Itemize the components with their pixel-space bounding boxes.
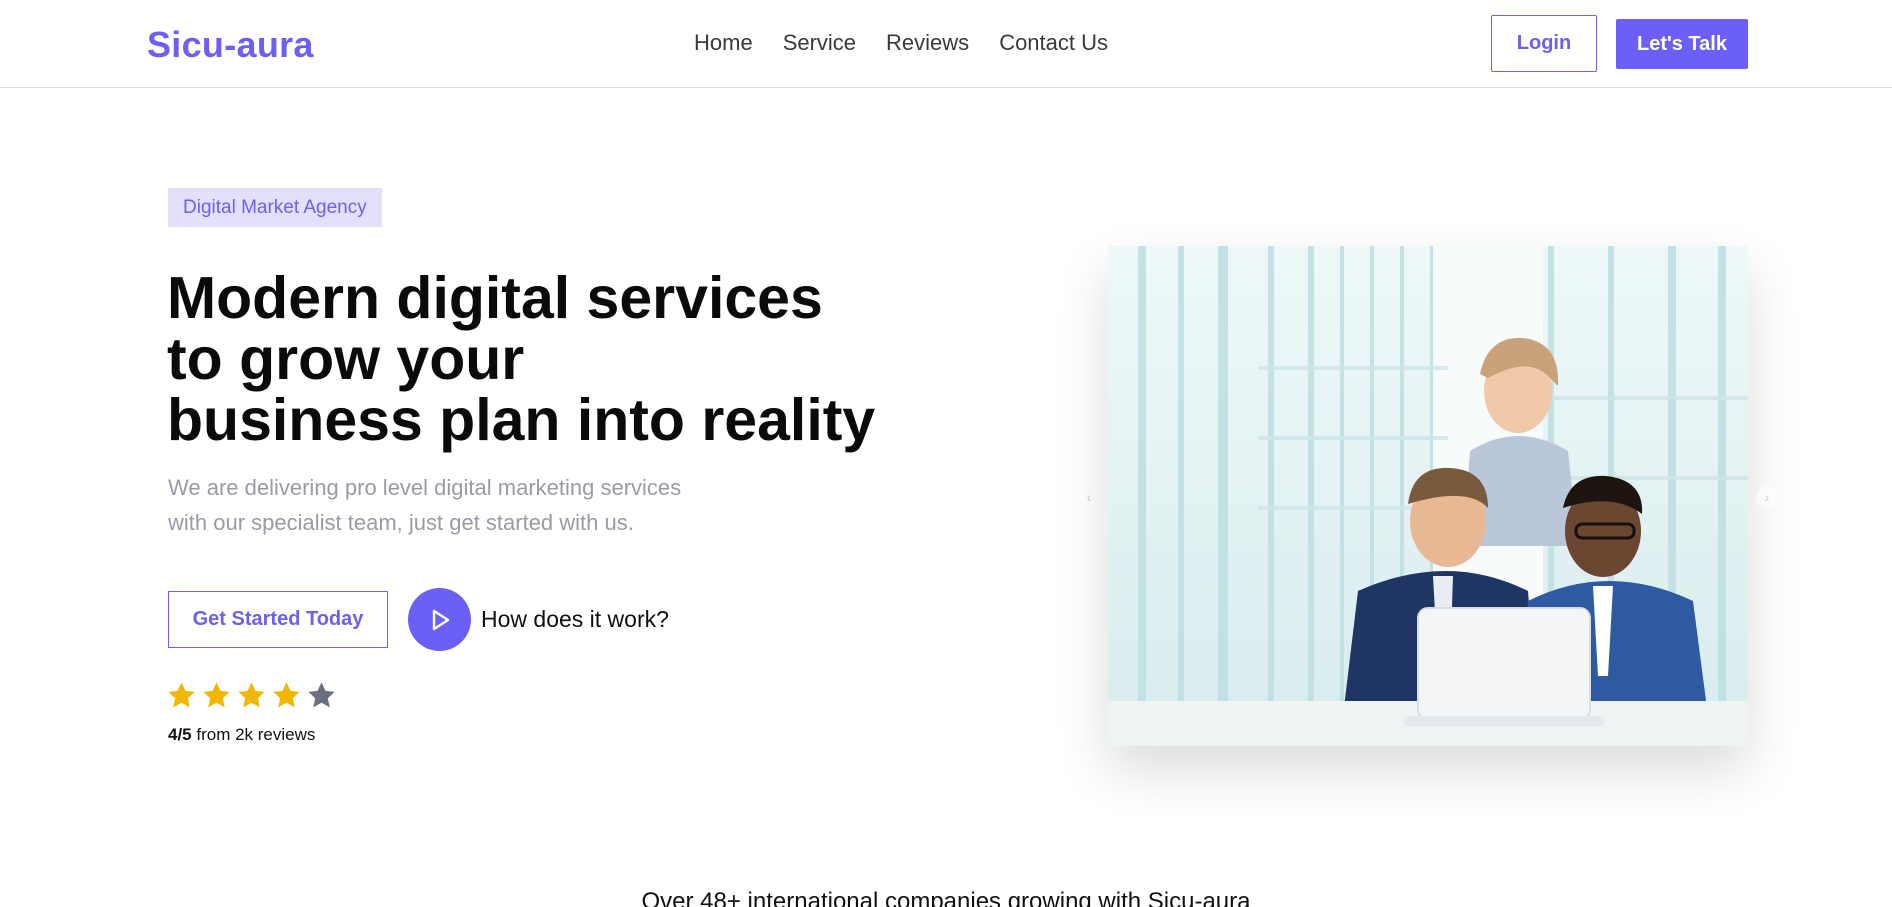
headline-line-1: Modern digital services: [167, 265, 823, 331]
rating-summary: 4/5 from 2k reviews: [168, 725, 315, 745]
business-team-photo-icon: [1108, 246, 1748, 746]
star-icon: [238, 682, 265, 708]
headline-line-3: business plan into reality: [167, 387, 876, 453]
agency-badge: Digital Market Agency: [168, 188, 382, 227]
nav-contact-us[interactable]: Contact Us: [999, 30, 1108, 56]
star-icon: [203, 682, 230, 708]
headline-line-2: to grow your: [167, 326, 525, 392]
rating-suffix: from 2k reviews: [196, 725, 316, 744]
site-header: Sicu-aura Home Service Reviews Contact U…: [0, 0, 1892, 88]
hero-image: [1108, 246, 1748, 746]
brand-logo[interactable]: Sicu-aura: [147, 24, 314, 66]
subtext-line-1: We are delivering pro level digital mark…: [168, 475, 682, 500]
star-icon: [308, 682, 335, 708]
carousel-next-arrow[interactable]: ›: [1756, 486, 1778, 508]
subtext-line-2: with our specialist team, just get start…: [168, 510, 634, 535]
nav-service[interactable]: Service: [783, 30, 856, 56]
get-started-button[interactable]: Get Started Today: [168, 591, 388, 648]
main-nav: Home Service Reviews Contact Us: [694, 30, 1108, 56]
play-video-button[interactable]: [408, 588, 471, 651]
lets-talk-button[interactable]: Let's Talk: [1616, 19, 1748, 69]
star-icon: [273, 682, 300, 708]
star-icon: [168, 682, 195, 708]
nav-home[interactable]: Home: [694, 30, 753, 56]
rating-score: 4/5: [168, 725, 192, 744]
rating-stars: [166, 680, 337, 711]
hero-subtext: We are delivering pro level digital mark…: [168, 470, 788, 540]
carousel-prev-arrow[interactable]: ‹: [1078, 486, 1100, 508]
play-icon: [432, 609, 449, 630]
login-button[interactable]: Login: [1491, 15, 1597, 72]
hero-headline: Modern digital services to grow your bus…: [167, 268, 967, 451]
companies-banner: Over 48+ international companies growing…: [641, 888, 1251, 907]
how-it-works-link[interactable]: How does it work?: [481, 606, 669, 633]
nav-reviews[interactable]: Reviews: [886, 30, 969, 56]
